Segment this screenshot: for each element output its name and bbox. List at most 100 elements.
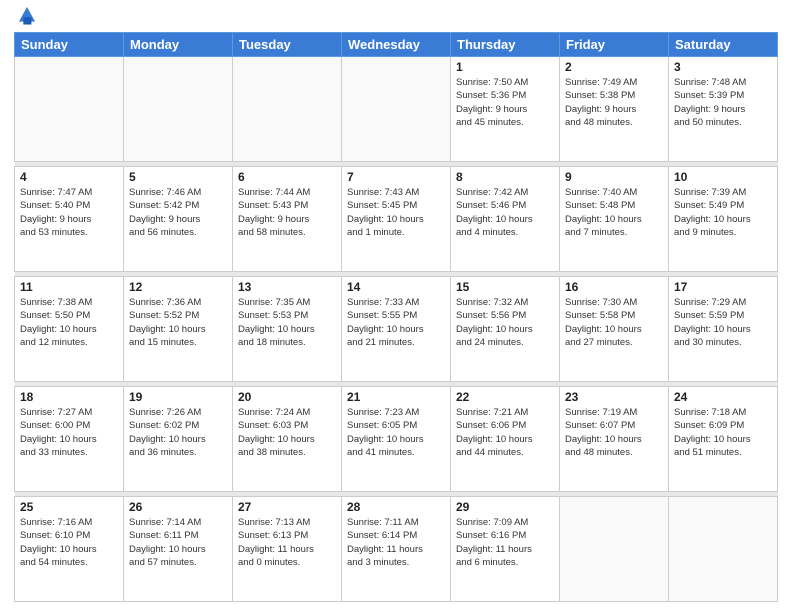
day-info: Sunrise: 7:39 AM Sunset: 5:49 PM Dayligh… xyxy=(674,186,772,239)
col-tuesday: Tuesday xyxy=(233,33,342,57)
day-info: Sunrise: 7:35 AM Sunset: 5:53 PM Dayligh… xyxy=(238,296,336,349)
calendar-week-row: 25 Sunrise: 7:16 AM Sunset: 6:10 PM Dayli… xyxy=(15,497,778,602)
calendar-cell: 27 Sunrise: 7:13 AM Sunset: 6:13 PM Dayli… xyxy=(233,497,342,602)
calendar-cell: 22 Sunrise: 7:21 AM Sunset: 6:06 PM Dayli… xyxy=(451,387,560,492)
calendar-cell: 3 Sunrise: 7:48 AM Sunset: 5:39 PM Daylig… xyxy=(669,57,778,162)
col-saturday: Saturday xyxy=(669,33,778,57)
calendar-week-row: 1 Sunrise: 7:50 AM Sunset: 5:36 PM Daylig… xyxy=(15,57,778,162)
day-info: Sunrise: 7:19 AM Sunset: 6:07 PM Dayligh… xyxy=(565,406,663,459)
calendar-cell: 25 Sunrise: 7:16 AM Sunset: 6:10 PM Dayli… xyxy=(15,497,124,602)
calendar-cell xyxy=(15,57,124,162)
day-number: 1 xyxy=(456,60,554,74)
logo xyxy=(14,14,38,26)
calendar-cell: 20Sunrise: 7:24 AM Sunset: 6:03 PM Dayli… xyxy=(233,387,342,492)
day-number: 21 xyxy=(347,390,445,404)
day-info: Sunrise: 7:14 AM Sunset: 6:11 PM Dayligh… xyxy=(129,516,227,569)
day-info: Sunrise: 7:43 AM Sunset: 5:45 PM Dayligh… xyxy=(347,186,445,239)
day-number: 29 xyxy=(456,500,554,514)
day-number: 8 xyxy=(456,170,554,184)
calendar-week-row: 18 Sunrise: 7:27 AM Sunset: 6:00 PM Dayli… xyxy=(15,387,778,492)
day-number: 7 xyxy=(347,170,445,184)
calendar-cell: 14 Sunrise: 7:33 AM Sunset: 5:55 PM Dayli… xyxy=(342,277,451,382)
calendar-cell: 19 Sunrise: 7:26 AM Sunset: 6:02 PM Dayli… xyxy=(124,387,233,492)
calendar-cell: 10 Sunrise: 7:39 AM Sunset: 5:49 PM Dayli… xyxy=(669,167,778,272)
calendar-cell: 23 Sunrise: 7:19 AM Sunset: 6:07 PM Dayli… xyxy=(560,387,669,492)
calendar-cell: 5 Sunrise: 7:46 AM Sunset: 5:42 PM Daylig… xyxy=(124,167,233,272)
day-number: 23 xyxy=(565,390,663,404)
day-info: Sunrise: 7:42 AM Sunset: 5:46 PM Dayligh… xyxy=(456,186,554,239)
calendar-cell: 1 Sunrise: 7:50 AM Sunset: 5:36 PM Daylig… xyxy=(451,57,560,162)
day-info: Sunrise: 7:36 AM Sunset: 5:52 PM Dayligh… xyxy=(129,296,227,349)
day-info: Sunrise: 7:46 AM Sunset: 5:42 PM Dayligh… xyxy=(129,186,227,239)
day-number: 13 xyxy=(238,280,336,294)
day-info: Sunrise: 7:32 AM Sunset: 5:56 PM Dayligh… xyxy=(456,296,554,349)
day-number: 3 xyxy=(674,60,772,74)
day-info: Sunrise: 7:49 AM Sunset: 5:38 PM Dayligh… xyxy=(565,76,663,129)
day-number: 15 xyxy=(456,280,554,294)
col-thursday: Thursday xyxy=(451,33,560,57)
day-number: 24 xyxy=(674,390,772,404)
day-number: 9 xyxy=(565,170,663,184)
day-info: Sunrise: 7:48 AM Sunset: 5:39 PM Dayligh… xyxy=(674,76,772,129)
calendar-cell: 2 Sunrise: 7:49 AM Sunset: 5:38 PM Daylig… xyxy=(560,57,669,162)
day-info: Sunrise: 7:29 AM Sunset: 5:59 PM Dayligh… xyxy=(674,296,772,349)
day-info: Sunrise: 7:11 AM Sunset: 6:14 PM Dayligh… xyxy=(347,516,445,569)
day-number: 12 xyxy=(129,280,227,294)
calendar-cell: 9 Sunrise: 7:40 AM Sunset: 5:48 PM Daylig… xyxy=(560,167,669,272)
calendar-cell: 21 Sunrise: 7:23 AM Sunset: 6:05 PM Dayli… xyxy=(342,387,451,492)
day-number: 22 xyxy=(456,390,554,404)
day-info: Sunrise: 7:23 AM Sunset: 6:05 PM Dayligh… xyxy=(347,406,445,459)
day-number: 28 xyxy=(347,500,445,514)
day-info: Sunrise: 7:33 AM Sunset: 5:55 PM Dayligh… xyxy=(347,296,445,349)
day-number: 27 xyxy=(238,500,336,514)
calendar-week-row: 4 Sunrise: 7:47 AM Sunset: 5:40 PM Daylig… xyxy=(15,167,778,272)
calendar: Sunday Monday Tuesday Wednesday Thursday… xyxy=(14,32,778,602)
day-info: Sunrise: 7:47 AM Sunset: 5:40 PM Dayligh… xyxy=(20,186,118,239)
day-info: Sunrise: 7:50 AM Sunset: 5:36 PM Dayligh… xyxy=(456,76,554,129)
col-monday: Monday xyxy=(124,33,233,57)
calendar-cell: 17 Sunrise: 7:29 AM Sunset: 5:59 PM Dayli… xyxy=(669,277,778,382)
calendar-cell: 28 Sunrise: 7:11 AM Sunset: 6:14 PM Dayli… xyxy=(342,497,451,602)
day-number: 26 xyxy=(129,500,227,514)
day-info: Sunrise: 7:13 AM Sunset: 6:13 PM Dayligh… xyxy=(238,516,336,569)
day-info: Sunrise: 7:30 AM Sunset: 5:58 PM Dayligh… xyxy=(565,296,663,349)
calendar-cell xyxy=(233,57,342,162)
day-info: Sunrise: 7:21 AM Sunset: 6:06 PM Dayligh… xyxy=(456,406,554,459)
day-number: 2 xyxy=(565,60,663,74)
calendar-week-row: 11Sunrise: 7:38 AM Sunset: 5:50 PM Dayli… xyxy=(15,277,778,382)
calendar-cell: 7 Sunrise: 7:43 AM Sunset: 5:45 PM Daylig… xyxy=(342,167,451,272)
day-info: Sunrise: 7:16 AM Sunset: 6:10 PM Dayligh… xyxy=(20,516,118,569)
calendar-cell: 24 Sunrise: 7:18 AM Sunset: 6:09 PM Dayli… xyxy=(669,387,778,492)
calendar-cell xyxy=(560,497,669,602)
logo-icon xyxy=(16,4,38,26)
day-info: Sunrise: 7:26 AM Sunset: 6:02 PM Dayligh… xyxy=(129,406,227,459)
col-sunday: Sunday xyxy=(15,33,124,57)
calendar-cell: 11Sunrise: 7:38 AM Sunset: 5:50 PM Dayli… xyxy=(15,277,124,382)
calendar-cell xyxy=(669,497,778,602)
calendar-cell: 29Sunrise: 7:09 AM Sunset: 6:16 PM Dayli… xyxy=(451,497,560,602)
calendar-cell: 13 Sunrise: 7:35 AM Sunset: 5:53 PM Dayli… xyxy=(233,277,342,382)
calendar-cell: 6 Sunrise: 7:44 AM Sunset: 5:43 PM Daylig… xyxy=(233,167,342,272)
day-number: 17 xyxy=(674,280,772,294)
day-number: 11 xyxy=(20,280,118,294)
day-number: 25 xyxy=(20,500,118,514)
day-info: Sunrise: 7:18 AM Sunset: 6:09 PM Dayligh… xyxy=(674,406,772,459)
day-number: 18 xyxy=(20,390,118,404)
day-info: Sunrise: 7:44 AM Sunset: 5:43 PM Dayligh… xyxy=(238,186,336,239)
day-number: 10 xyxy=(674,170,772,184)
day-number: 6 xyxy=(238,170,336,184)
day-number: 4 xyxy=(20,170,118,184)
day-number: 16 xyxy=(565,280,663,294)
day-number: 5 xyxy=(129,170,227,184)
header xyxy=(14,10,778,26)
day-number: 14 xyxy=(347,280,445,294)
calendar-cell: 26 Sunrise: 7:14 AM Sunset: 6:11 PM Dayli… xyxy=(124,497,233,602)
day-info: Sunrise: 7:27 AM Sunset: 6:00 PM Dayligh… xyxy=(20,406,118,459)
col-friday: Friday xyxy=(560,33,669,57)
day-number: 20 xyxy=(238,390,336,404)
day-info: Sunrise: 7:40 AM Sunset: 5:48 PM Dayligh… xyxy=(565,186,663,239)
calendar-cell: 12 Sunrise: 7:36 AM Sunset: 5:52 PM Dayli… xyxy=(124,277,233,382)
page: Sunday Monday Tuesday Wednesday Thursday… xyxy=(0,0,792,612)
day-number: 19 xyxy=(129,390,227,404)
calendar-cell: 15 Sunrise: 7:32 AM Sunset: 5:56 PM Dayli… xyxy=(451,277,560,382)
